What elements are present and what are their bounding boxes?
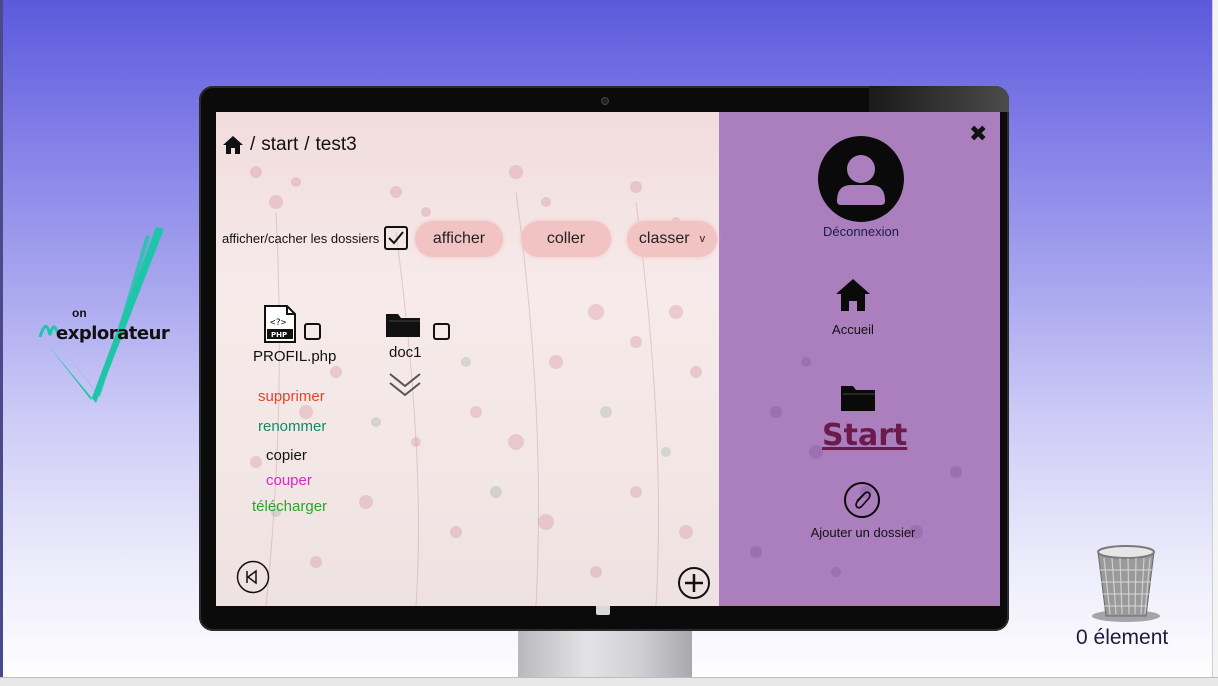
action-couper[interactable]: couper [266, 472, 312, 489]
app-logo [36, 225, 176, 405]
window-border-bottom [0, 677, 1218, 686]
breadcrumb: / start / test3 [222, 134, 357, 156]
double-chevron-down-icon[interactable] [388, 370, 422, 400]
breadcrumb-separator: / [304, 134, 310, 155]
start-link[interactable]: Start [822, 418, 907, 453]
file-checkbox-profil[interactable] [304, 323, 321, 340]
folder-icon[interactable] [840, 382, 876, 412]
toggle-folders-checkbox[interactable] [384, 226, 408, 250]
chevron-down-icon: v [699, 233, 706, 245]
logout-link[interactable]: Déconnexion [802, 224, 920, 239]
action-supprimer[interactable]: supprimer [258, 388, 325, 405]
php-file-icon[interactable]: <?> PHP [263, 304, 297, 344]
file-checkbox-doc1[interactable] [433, 323, 450, 340]
classer-dropdown[interactable]: classer v [627, 221, 717, 257]
svg-text:PHP: PHP [271, 331, 287, 339]
trash-icon[interactable] [1086, 544, 1166, 624]
afficher-button[interactable]: afficher [415, 221, 503, 257]
trash-count: 0 élement [1076, 626, 1169, 649]
svg-text:<?>: <?> [270, 318, 287, 328]
checkmark-icon [388, 231, 404, 245]
breadcrumb-separator: / [250, 134, 256, 155]
home-icon[interactable] [222, 135, 244, 155]
close-icon[interactable]: ✖ [969, 122, 987, 147]
home-icon[interactable] [835, 278, 871, 312]
folder-icon[interactable] [385, 310, 421, 338]
logo-text-on: on [72, 306, 87, 320]
classer-label: classer [638, 230, 690, 247]
action-copier[interactable]: copier [266, 447, 307, 464]
file-name-doc1[interactable]: doc1 [389, 344, 422, 361]
monitor-stand [518, 628, 692, 680]
camera-dot [601, 97, 609, 105]
attach-icon[interactable] [843, 481, 881, 519]
screen: / start / test3 afficher/cacher les doss… [216, 112, 1000, 606]
avatar-icon[interactable] [817, 135, 905, 223]
window-border-left [0, 0, 3, 686]
home-link[interactable]: Accueil [813, 322, 893, 337]
action-renommer[interactable]: renommer [258, 418, 326, 435]
breadcrumb-item-test3[interactable]: test3 [316, 134, 357, 156]
file-name-profil[interactable]: PROFIL.php [253, 348, 336, 365]
toggle-folders-label: afficher/cacher les dossiers [222, 231, 380, 246]
window-border-right [1212, 0, 1218, 686]
add-icon[interactable] [677, 566, 711, 600]
coller-button[interactable]: coller [521, 221, 611, 257]
back-icon[interactable] [236, 560, 270, 594]
add-folder-link[interactable]: Ajouter un dossier [800, 525, 926, 540]
action-telecharger[interactable]: télécharger [252, 498, 327, 515]
breadcrumb-item-start[interactable]: start [261, 134, 298, 156]
logo-text-explorateur: explorateur [56, 323, 170, 344]
